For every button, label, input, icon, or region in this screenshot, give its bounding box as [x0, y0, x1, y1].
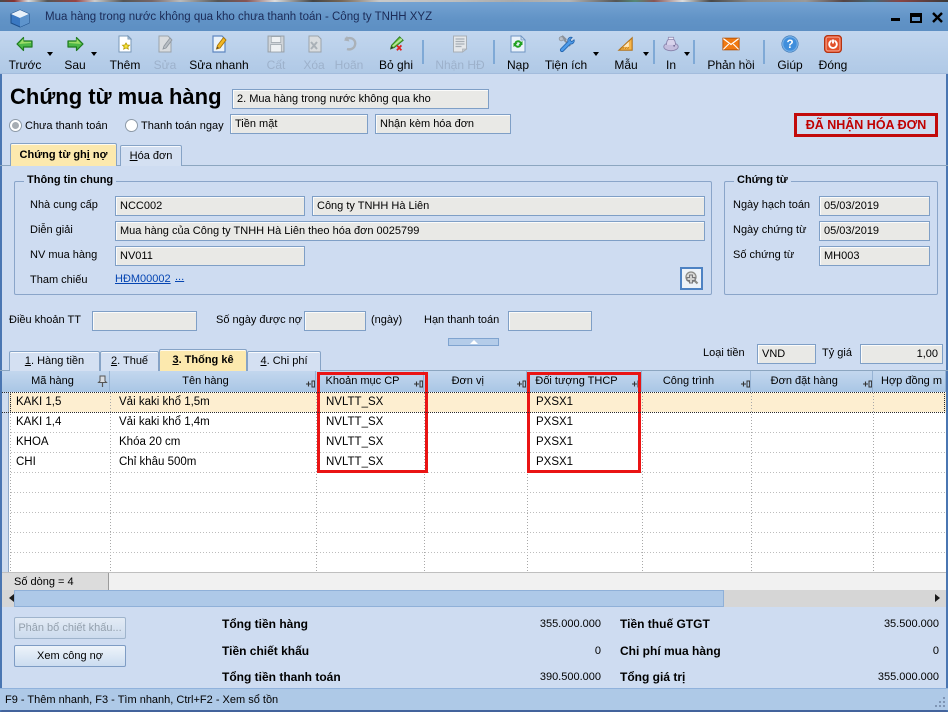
- svg-text:?: ?: [786, 38, 793, 51]
